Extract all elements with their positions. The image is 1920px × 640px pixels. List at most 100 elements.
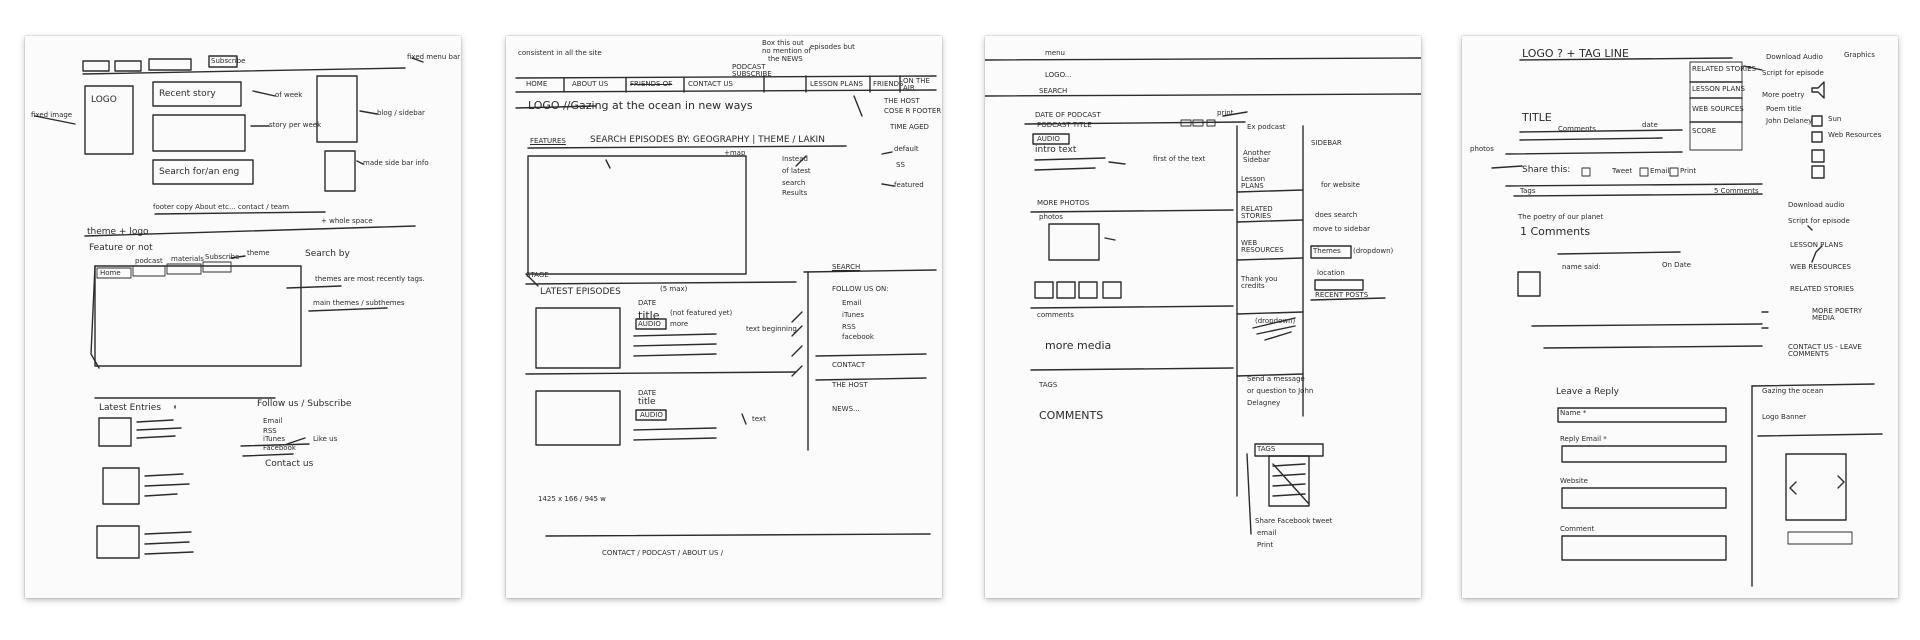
print-note: print	[1217, 109, 1234, 117]
website-field-label: Website	[1560, 477, 1588, 485]
consistent-note: consistent in all the site	[518, 49, 602, 57]
share-links: Share Facebook tweet	[1255, 517, 1333, 525]
nav-podcast: PODCAST SUBSCRIBE	[732, 63, 772, 78]
contact-link: CONTACT	[832, 361, 866, 369]
story-per-week-note: story per week	[269, 121, 322, 129]
sidebar-gazing: Gazing the ocean	[1762, 387, 1824, 395]
max-note: (5 max)	[660, 285, 688, 293]
logo-label: LOGO...	[1045, 71, 1072, 79]
tab-materials: materials	[171, 255, 204, 263]
search-episodes-label: SEARCH EPISODES BY: GEOGRAPHY | THEME / …	[590, 135, 825, 145]
sketch-sheet-homepage: Subscribe fixed menu bar LOGO Recent sto…	[25, 36, 461, 598]
not-featured-note: (not featured yet)	[670, 309, 733, 317]
latest-episodes-heading: LATEST EPISODES	[540, 287, 621, 297]
checklist-script: Script for episode	[1788, 217, 1850, 225]
dimensions-note: 1425 x 166 / 945 w	[538, 495, 606, 503]
audio-button-2: AUDIO	[640, 411, 663, 419]
features-tab: FEATURES	[530, 137, 566, 145]
more-media-label: more media	[1045, 339, 1112, 352]
checklist-more-poetry: MORE POETRY MEDIA	[1812, 307, 1863, 322]
subscribe-tab: Subscribe	[211, 57, 246, 65]
tab-home: Home	[100, 269, 121, 277]
instead-note-4: Results	[782, 189, 808, 197]
send-message-1: Send a message	[1247, 375, 1305, 383]
email-field-label: Reply Email *	[1560, 435, 1607, 443]
graphics-note: Graphics	[1844, 51, 1875, 59]
host-link: THE HOST	[832, 381, 868, 389]
intro-text: intro text	[1035, 145, 1077, 155]
follow-us-heading: Follow us / Subscribe	[257, 399, 352, 409]
tab-subscribe: Subscribe	[205, 253, 240, 261]
sun-icon-label: Sun	[1828, 115, 1842, 123]
nav-on-air: ON THE AIR	[903, 77, 930, 92]
text-beginning-note: text beginning	[746, 325, 797, 333]
episode-date: DATE	[638, 299, 657, 307]
post-title: TITLE	[1522, 111, 1552, 124]
first-of-text-note: first of the text	[1153, 155, 1206, 163]
ex-podcast-note: Ex podcast	[1247, 123, 1286, 131]
sidebar-label: SIDEBAR	[1311, 139, 1342, 147]
for-website-note: for website	[1321, 181, 1360, 189]
web-resources-item: WEB RESOURCES	[1241, 239, 1284, 254]
follow-itunes: iTunes	[842, 311, 864, 319]
john-delaney-check: John Delaney	[1766, 117, 1813, 125]
comment-field-label: Comment	[1560, 525, 1595, 533]
footer-links-note: footer copy About etc... contact / team	[153, 203, 290, 211]
credits-item: Thank you credits	[1241, 275, 1278, 290]
cohost-note: COSE R FOOTER	[884, 107, 942, 115]
more-photos-label: MORE PHOTOS	[1037, 199, 1090, 207]
download-audio-note: Download Audio	[1766, 53, 1823, 61]
follow-itunes: iTunes	[263, 435, 285, 443]
sheet2-drawing	[515, 75, 937, 537]
does-search-note: does search	[1315, 211, 1358, 219]
follow-facebook: facebook	[842, 333, 874, 341]
more-link: more	[670, 320, 689, 328]
like-us-note: Like us	[313, 435, 338, 443]
comments-small: Comments	[1558, 125, 1596, 133]
comments-heading: COMMENTS	[1039, 409, 1104, 422]
search-label: SEARCH	[832, 263, 861, 271]
instead-note-2: of latest	[782, 167, 811, 175]
nav-friends: FRIENDS	[873, 80, 904, 88]
podcast-title: PODCAST TITLE	[1037, 121, 1092, 129]
sidebar-score: SCORE	[1692, 127, 1717, 135]
sidebar-web-sources: WEB SOURCES	[1692, 105, 1744, 113]
script-note: Script for episode	[1762, 69, 1824, 77]
fixed-menu-note: fixed menu bar	[407, 53, 461, 61]
contact-us-label: Contact us	[265, 459, 314, 469]
latest-entries-heading: Latest Entries	[99, 403, 162, 413]
nav-friends-of: FRIENDS OF	[630, 80, 673, 88]
print-link: Print	[1257, 541, 1274, 549]
email-link: email	[1257, 529, 1277, 537]
on-date-label: On Date	[1662, 261, 1691, 269]
featured-note: featured	[894, 181, 924, 189]
nav-contact: CONTACT US	[688, 80, 733, 88]
time-aged-note: TIME AGED	[890, 123, 929, 131]
follow-email: Email	[263, 417, 283, 425]
recent-posts-label: RECENT POSTS	[1315, 291, 1369, 299]
of-week-note: of week	[275, 91, 303, 99]
logo-tagline: LOGO ? + TAG LINE	[1522, 47, 1629, 60]
print-button: Print	[1680, 167, 1697, 175]
box-note-1: Box this out	[762, 39, 804, 47]
comments-count: 5 Comments	[1714, 187, 1759, 195]
web-resources-icon-label: Web Resources	[1828, 131, 1882, 139]
episode2-title: title	[638, 397, 656, 407]
send-message-2: or question to John	[1247, 387, 1314, 395]
tags-button: TAGS	[1257, 445, 1276, 453]
map-note: +map	[724, 149, 746, 157]
themes-dropdown-note: (dropdown)	[1353, 247, 1394, 255]
sketch-sheet-podcast-page: menu LOGO... SEARCH DATE OF PODCAST PODC…	[985, 36, 1421, 598]
stage-note: STAGE	[526, 271, 549, 279]
email-button: Email	[1650, 167, 1670, 175]
poetry-note: The poetry of our planet	[1518, 213, 1604, 221]
sidebar-related-stories: RELATED STORIES	[1692, 65, 1756, 73]
theme-logo-label: theme + logo	[87, 227, 149, 237]
tweet-button: Tweet	[1612, 167, 1633, 175]
share-this-label: Share this:	[1522, 165, 1571, 175]
sheet1-drawing	[34, 55, 424, 559]
more-poetry-note: More poetry	[1762, 91, 1805, 99]
tags-label: TAGS	[1039, 381, 1058, 389]
nav-about: ABOUT US	[572, 80, 609, 88]
news-link: NEWS...	[832, 405, 860, 413]
